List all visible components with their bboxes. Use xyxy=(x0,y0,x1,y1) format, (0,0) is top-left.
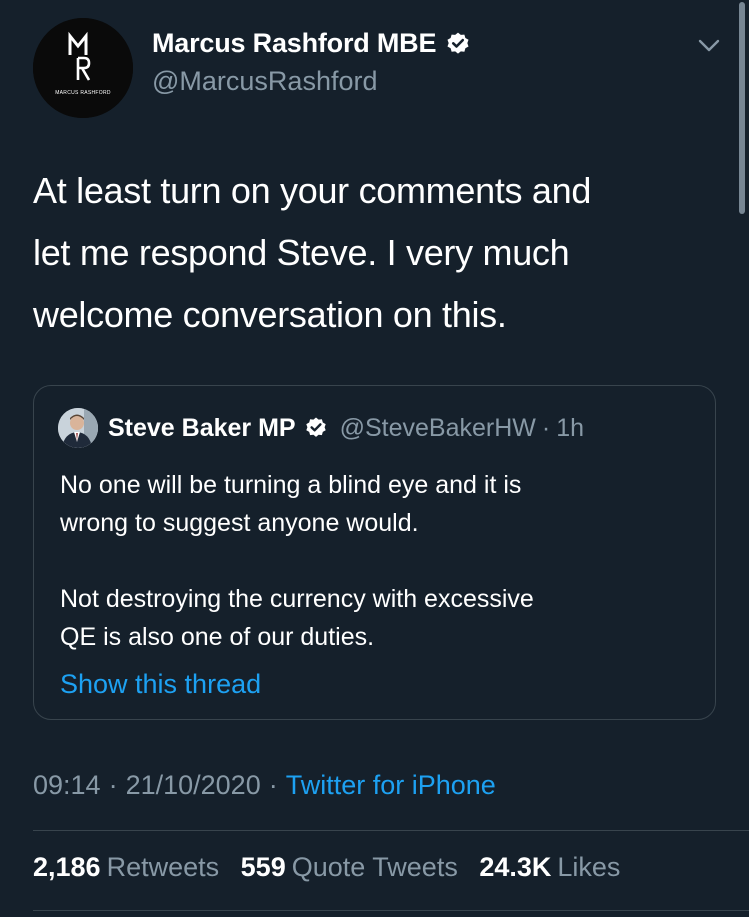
tweet-source-link[interactable]: Twitter for iPhone xyxy=(286,770,496,800)
retweets-stat[interactable]: 2,186 Retweets xyxy=(33,852,219,883)
person-photo-icon xyxy=(58,408,98,448)
quoted-timestamp: 1h xyxy=(556,413,585,442)
tweet-text-line: At least turn on your comments and xyxy=(33,170,592,211)
divider xyxy=(33,910,749,911)
tweet-stats: 2,186 Retweets 559 Quote Tweets 24.3K Likes xyxy=(33,852,634,883)
author-name-row[interactable]: Marcus Rashford MBE xyxy=(152,28,471,59)
chevron-down-icon xyxy=(698,39,720,52)
tweet-text-line: let me respond Steve. I very much xyxy=(33,232,570,273)
likes-stat[interactable]: 24.3K Likes xyxy=(479,852,620,883)
author-handle[interactable]: @MarcusRashford xyxy=(152,66,377,97)
tweet-time: 09:14 xyxy=(33,770,101,800)
show-thread-link[interactable]: Show this thread xyxy=(60,669,261,700)
quoted-tweet-header: Steve Baker MP @SteveBakerHW · 1h xyxy=(58,408,584,448)
retweets-label: Retweets xyxy=(106,852,220,882)
quoted-author-name: Steve Baker MP xyxy=(108,413,296,442)
quote-tweets-label: Quote Tweets xyxy=(291,852,458,882)
tweet-date: 21/10/2020 xyxy=(125,770,261,800)
quoted-text-line: No one will be turning a blind eye and i… xyxy=(60,471,522,499)
quoted-verified-badge xyxy=(304,416,328,440)
likes-count: 24.3K xyxy=(479,852,552,882)
retweets-count: 2,186 xyxy=(33,852,101,882)
quote-tweets-count: 559 xyxy=(240,852,286,882)
quoted-text-line: wrong to suggest anyone would. xyxy=(60,509,419,537)
more-options-button[interactable] xyxy=(694,31,724,61)
meta-separator: · xyxy=(108,770,118,800)
scrollbar[interactable] xyxy=(739,2,745,214)
author-avatar[interactable]: MARCUS RASHFORD xyxy=(33,18,133,118)
quoted-separator: · xyxy=(541,413,551,442)
tweet-text-line: welcome conversation on this. xyxy=(33,294,507,335)
quoted-tweet-card[interactable]: Steve Baker MP @SteveBakerHW · 1h No one… xyxy=(33,385,716,720)
tweet-detail-page: MARCUS RASHFORD Marcus Rashford MBE @Mar… xyxy=(0,0,749,917)
verified-badge-icon xyxy=(305,417,326,437)
quoted-text-line: QE is also one of our duties. xyxy=(60,623,375,651)
meta-separator: · xyxy=(268,770,278,800)
likes-label: Likes xyxy=(557,852,621,882)
avatar-logo-text: MARCUS RASHFORD xyxy=(55,90,111,96)
quoted-author-handle: @SteveBakerHW xyxy=(339,413,536,442)
quoted-author-avatar xyxy=(58,408,98,448)
quote-tweets-stat[interactable]: 559 Quote Tweets xyxy=(241,852,458,883)
divider xyxy=(33,830,749,831)
tweet-meta: 09:14 · 21/10/2020 · Twitter for iPhone xyxy=(33,770,496,801)
tweet-text: At least turn on your comments and let m… xyxy=(33,160,723,346)
quoted-text-line: Not destroying the currency with excessi… xyxy=(60,585,534,613)
mr-logo-icon: MARCUS RASHFORD xyxy=(33,18,133,118)
author-display-name[interactable]: Marcus Rashford MBE xyxy=(152,28,436,59)
verified-badge-icon xyxy=(447,32,469,54)
quoted-tweet-text: No one will be turning a blind eye and i… xyxy=(60,466,700,656)
